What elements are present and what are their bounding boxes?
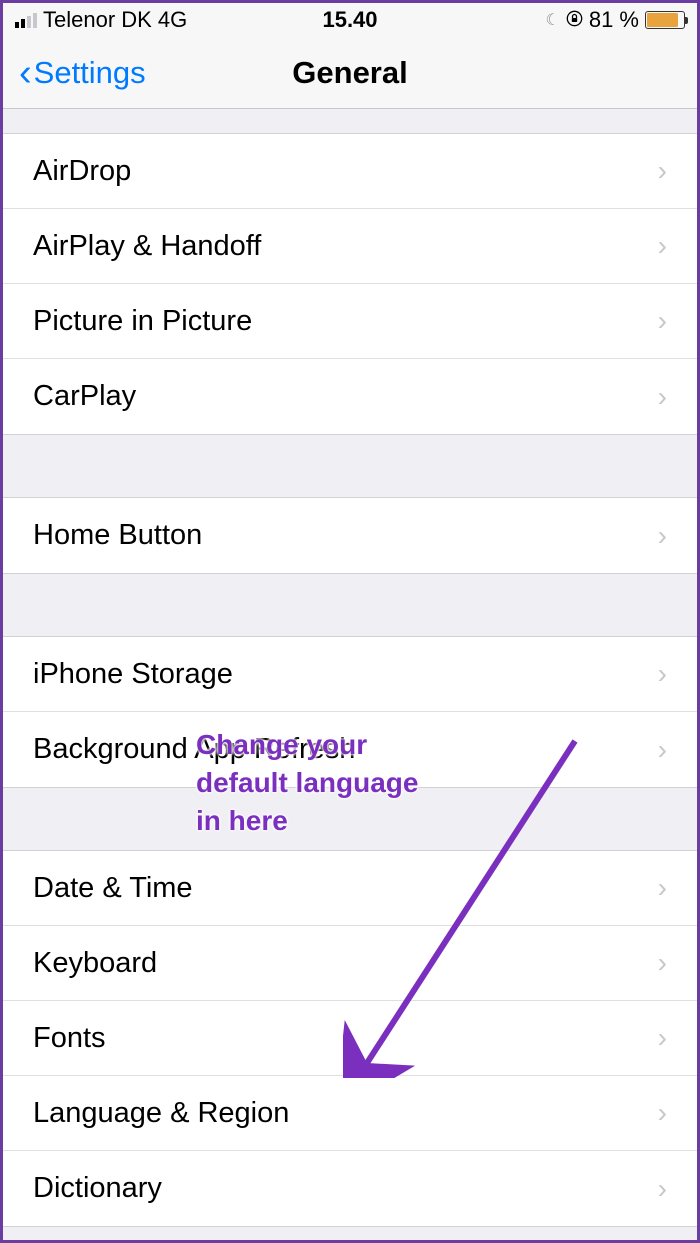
row-label: Language & Region bbox=[33, 1097, 289, 1130]
chevron-right-icon: › bbox=[658, 734, 667, 766]
row-dictionary[interactable]: Dictionary › bbox=[3, 1151, 697, 1226]
row-label: AirPlay & Handoff bbox=[33, 230, 261, 263]
row-label: Keyboard bbox=[33, 947, 157, 980]
chevron-right-icon: › bbox=[658, 872, 667, 904]
row-label: Dictionary bbox=[33, 1172, 162, 1205]
row-label: Date & Time bbox=[33, 872, 193, 905]
nav-bar: ‹ Settings General bbox=[3, 37, 697, 109]
row-label: Home Button bbox=[33, 519, 202, 552]
chevron-right-icon: › bbox=[658, 155, 667, 187]
annotation-text: Change yourdefault languagein here bbox=[196, 726, 418, 839]
chevron-right-icon: › bbox=[658, 947, 667, 979]
row-carplay[interactable]: CarPlay › bbox=[3, 359, 697, 434]
back-label: Settings bbox=[34, 55, 146, 91]
chevron-right-icon: › bbox=[658, 1097, 667, 1129]
back-button[interactable]: ‹ Settings bbox=[19, 54, 146, 92]
settings-group: Home Button › bbox=[3, 497, 697, 574]
row-date-time[interactable]: Date & Time › bbox=[3, 851, 697, 926]
row-label: CarPlay bbox=[33, 380, 136, 413]
orientation-lock-icon bbox=[566, 10, 583, 30]
carrier-label: Telenor DK bbox=[43, 7, 152, 33]
row-airdrop[interactable]: AirDrop › bbox=[3, 134, 697, 209]
status-left: Telenor DK 4G bbox=[15, 7, 187, 33]
signal-icon bbox=[15, 13, 37, 28]
row-language-region[interactable]: Language & Region › bbox=[3, 1076, 697, 1151]
chevron-right-icon: › bbox=[658, 381, 667, 413]
row-fonts[interactable]: Fonts › bbox=[3, 1001, 697, 1076]
chevron-left-icon: ‹ bbox=[19, 54, 32, 92]
row-airplay-handoff[interactable]: AirPlay & Handoff › bbox=[3, 209, 697, 284]
network-label: 4G bbox=[158, 7, 187, 33]
battery-icon bbox=[645, 11, 685, 29]
chevron-right-icon: › bbox=[658, 1022, 667, 1054]
status-bar: Telenor DK 4G 15.40 ☾ 81 % bbox=[3, 3, 697, 37]
settings-group: AirDrop › AirPlay & Handoff › Picture in… bbox=[3, 133, 697, 435]
row-keyboard[interactable]: Keyboard › bbox=[3, 926, 697, 1001]
chevron-right-icon: › bbox=[658, 1173, 667, 1205]
chevron-right-icon: › bbox=[658, 305, 667, 337]
settings-group: Date & Time › Keyboard › Fonts › Languag… bbox=[3, 850, 697, 1227]
row-iphone-storage[interactable]: iPhone Storage › bbox=[3, 637, 697, 712]
chevron-right-icon: › bbox=[658, 230, 667, 262]
row-picture-in-picture[interactable]: Picture in Picture › bbox=[3, 284, 697, 359]
row-label: AirDrop bbox=[33, 155, 131, 188]
battery-percent: 81 % bbox=[589, 7, 639, 33]
moon-icon: ☾ bbox=[546, 10, 560, 30]
status-time: 15.40 bbox=[322, 7, 377, 33]
status-right: ☾ 81 % bbox=[546, 7, 686, 33]
row-home-button[interactable]: Home Button › bbox=[3, 498, 697, 573]
row-label: iPhone Storage bbox=[33, 658, 233, 691]
chevron-right-icon: › bbox=[658, 658, 667, 690]
page-title: General bbox=[292, 55, 407, 91]
chevron-right-icon: › bbox=[658, 520, 667, 552]
row-label: Picture in Picture bbox=[33, 305, 252, 338]
row-label: Fonts bbox=[33, 1022, 106, 1055]
